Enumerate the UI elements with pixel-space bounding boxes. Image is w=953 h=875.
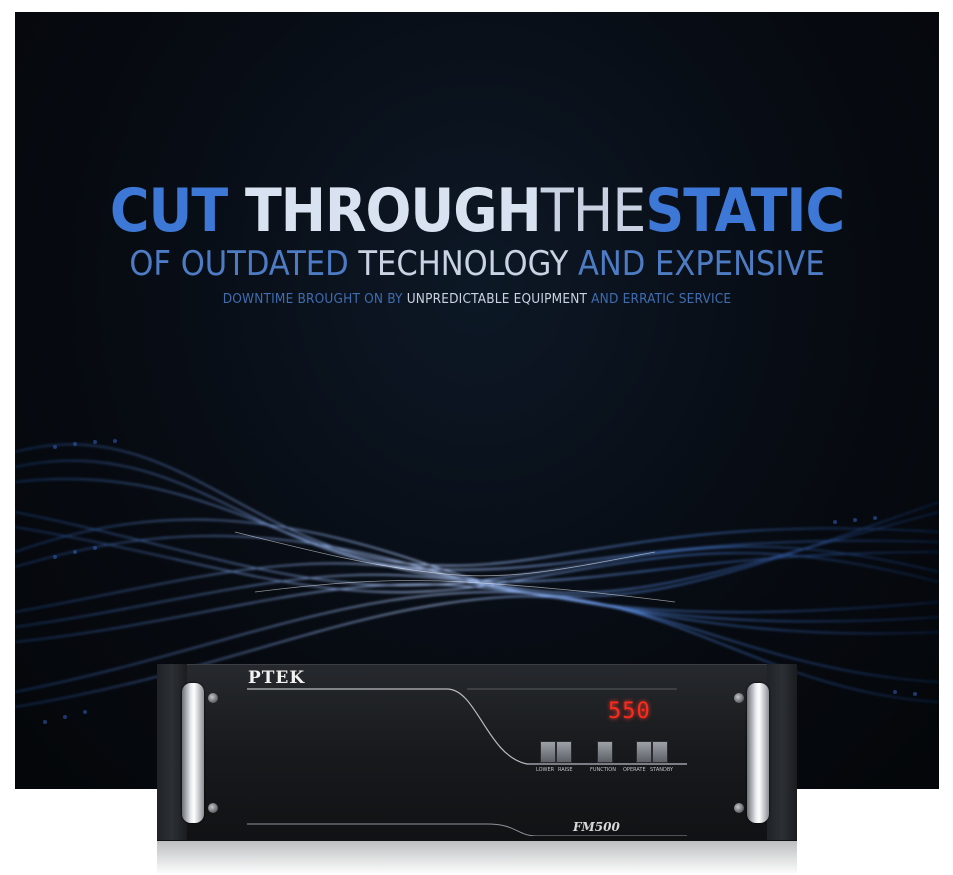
- screw-top-right: [734, 693, 744, 703]
- standby-button[interactable]: [652, 741, 668, 763]
- display-value: 550: [608, 699, 651, 724]
- subline-part2: TECHNOLOGY: [358, 244, 569, 284]
- headline-block: CUT THROUGHTHESTATIC OF OUTDATED TECHNOL…: [15, 180, 939, 308]
- brand-logo: PTEK: [248, 668, 306, 688]
- operate-button[interactable]: [636, 741, 652, 763]
- subline-part1: OF OUTDATED: [129, 244, 359, 284]
- model-name: FM500: [573, 820, 620, 834]
- button-label-raise: RAISE: [558, 767, 573, 773]
- raise-button[interactable]: [556, 741, 572, 763]
- tagline-part2: UNPREDICTABLE EQUIPMENT: [406, 291, 588, 307]
- button-label-standby: STANDBY: [650, 767, 674, 773]
- headline: CUT THROUGHTHESTATIC: [15, 180, 939, 242]
- rack-ear-right: [767, 664, 797, 840]
- button-label-operate: OPERATE: [623, 767, 646, 773]
- tagline: DOWNTIME BROUGHT ON BY UNPREDICTABLE EQU…: [15, 290, 939, 308]
- button-label-function: FUNCTION: [590, 767, 616, 773]
- subline-part3: AND EXPENSIVE: [568, 244, 825, 284]
- screw-top-left: [208, 693, 218, 703]
- button-label-lower: LOWER: [536, 767, 555, 773]
- screw-bottom-right: [734, 803, 744, 813]
- lower-button[interactable]: [540, 741, 556, 763]
- headline-word-through: THROUGH: [244, 176, 542, 246]
- headline-word-static: STATIC: [645, 176, 845, 246]
- rack-handle-right: [747, 683, 769, 823]
- screw-bottom-left: [208, 803, 218, 813]
- tagline-part1: DOWNTIME BROUGHT ON BY: [222, 291, 407, 307]
- rack-handle-left: [182, 683, 204, 823]
- headline-word-the: THE: [540, 176, 647, 246]
- frequency-display: 550: [588, 694, 678, 730]
- function-button[interactable]: [597, 741, 613, 763]
- device-reflection: [157, 840, 797, 875]
- tagline-part3: AND ERRATIC SERVICE: [587, 291, 732, 307]
- headline-word-cut: CUT: [109, 176, 245, 246]
- subline: OF OUTDATED TECHNOLOGY AND EXPENSIVE: [15, 244, 939, 284]
